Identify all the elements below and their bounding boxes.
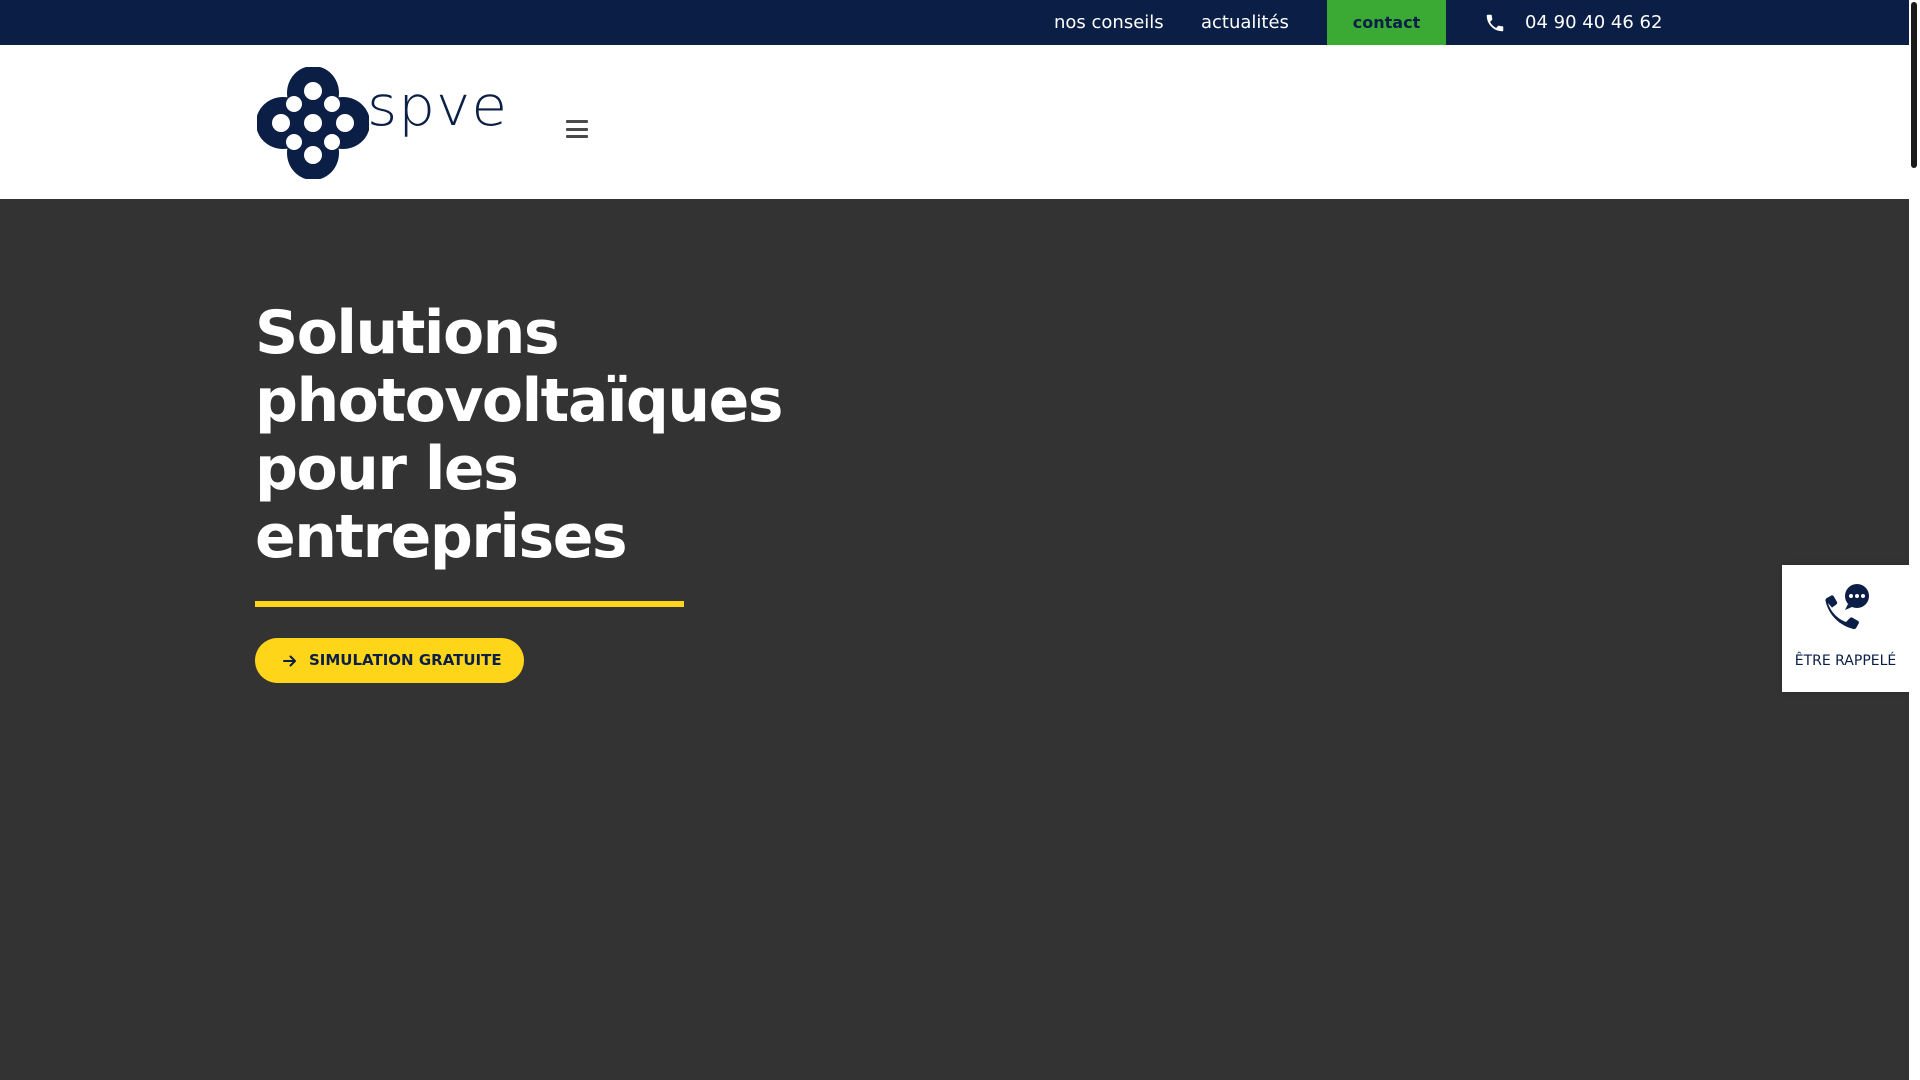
logo-wordmark: spve	[367, 73, 509, 139]
arrow-right-icon	[283, 655, 296, 667]
hamburger-menu-icon[interactable]	[566, 120, 588, 138]
scrollbar-thumb[interactable]	[1911, 2, 1917, 168]
phone-icon	[1486, 14, 1504, 32]
hero-underline	[255, 601, 684, 607]
logo-flower-icon	[257, 67, 369, 179]
callback-widget[interactable]: ÊTRE RAPPELÉ	[1782, 565, 1909, 692]
simulation-button-label: SIMULATION GRATUITE	[309, 651, 502, 669]
page: nos conseils actualités contact 04 90 40…	[0, 0, 1909, 1080]
phone-chat-icon	[1825, 584, 1869, 630]
simulation-button[interactable]: SIMULATION GRATUITE	[255, 638, 524, 683]
top-bar: nos conseils actualités contact 04 90 40…	[0, 0, 1909, 45]
nav-link-nos-conseils[interactable]: nos conseils	[1054, 0, 1164, 45]
callback-label: ÊTRE RAPPELÉ	[1794, 653, 1897, 669]
phone-number-link[interactable]: 04 90 40 46 62	[1525, 0, 1662, 45]
page-scrollbar[interactable]	[1909, 0, 1920, 1080]
nav-link-actualites[interactable]: actualités	[1201, 0, 1289, 45]
contact-button[interactable]: contact	[1327, 0, 1446, 45]
site-header: spve	[0, 45, 1909, 199]
spve-logo[interactable]: spve	[257, 67, 507, 179]
hero-section: Solutions photovoltaïques pour les entre…	[0, 199, 1909, 1080]
hero-title: Solutions photovoltaïques pour les entre…	[255, 298, 784, 572]
